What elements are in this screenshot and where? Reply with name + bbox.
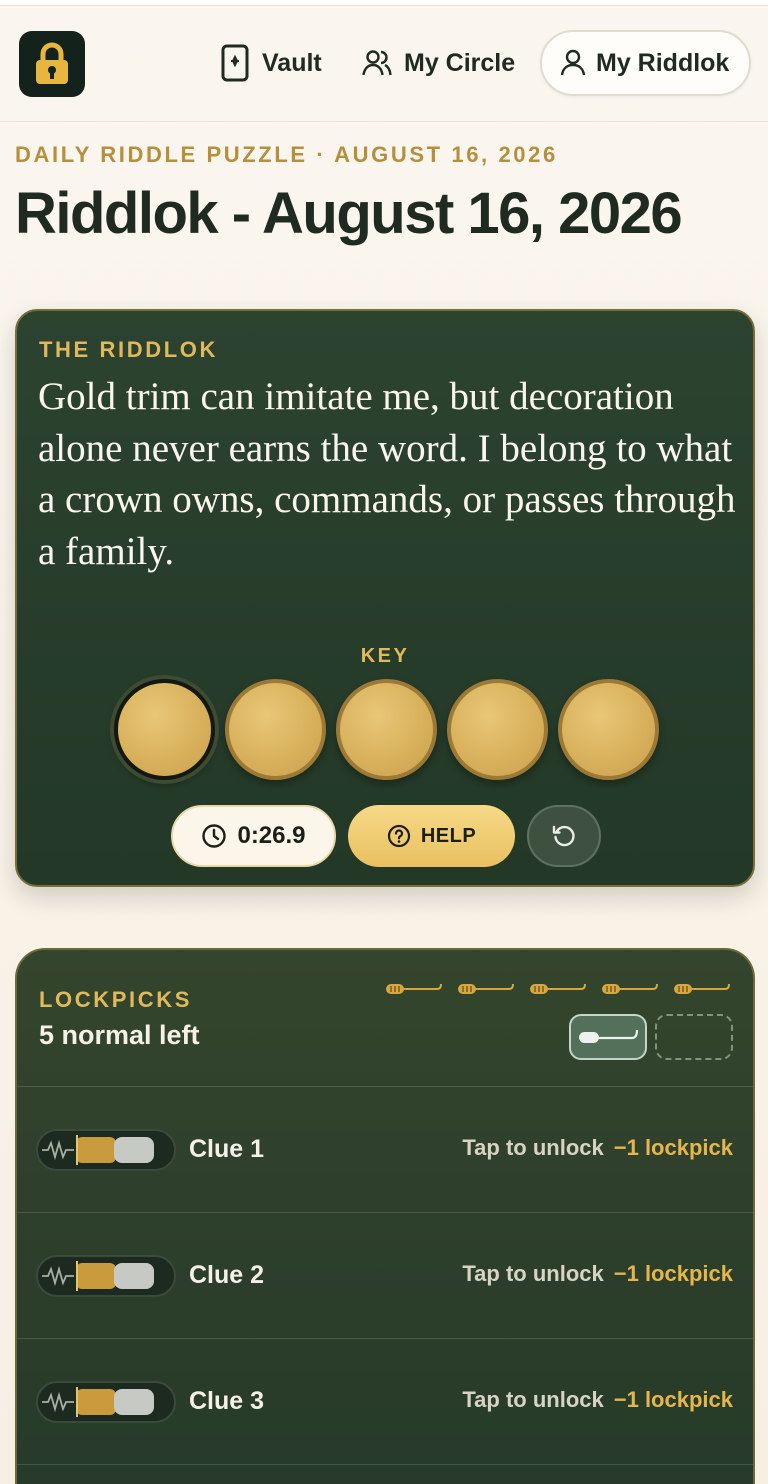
- key-slot-4[interactable]: [447, 679, 548, 780]
- help-label: HELP: [420, 824, 477, 847]
- nav-my-circle-label: My Circle: [404, 48, 516, 77]
- lockpicks-label: LOCKPICKS: [39, 987, 192, 1012]
- clue-unlock[interactable]: Tap to unlock −1 lockpick: [462, 1135, 733, 1161]
- riddle-text: Gold trim can imitate me, but decoration…: [38, 375, 736, 573]
- key-label: KEY: [360, 645, 410, 667]
- lockpick-icon: [458, 983, 514, 994]
- clue-unlock[interactable]: Tap to unlock −1 lockpick: [462, 1387, 733, 1413]
- clue-row[interactable]: Clue 1 Tap to unlock −1 lockpick: [17, 1087, 753, 1213]
- key-slot-5[interactable]: [558, 679, 659, 780]
- riddle-card: THE RIDDLOK Gold trim can imitate me, bu…: [15, 309, 755, 887]
- lockpick-toggle[interactable]: [36, 1129, 176, 1171]
- lockpick-icon: [674, 983, 730, 994]
- lockpicks-panel: LOCKPICKS 5 normal left Clue 1 Tap to un…: [15, 948, 755, 1484]
- user-icon: [560, 49, 586, 76]
- help-button[interactable]: HELP: [348, 805, 515, 867]
- timer-value: 0:26.9: [237, 822, 306, 849]
- clue-name: Clue 3: [189, 1387, 265, 1415]
- special-lockpick-slot[interactable]: [569, 1014, 647, 1060]
- clue-cost: −1 lockpick: [613, 1135, 733, 1160]
- clue-row[interactable]: Clue 2 Tap to unlock −1 lockpick: [17, 1213, 753, 1339]
- clue-name: Clue 2: [189, 1261, 265, 1289]
- question-icon: [387, 824, 410, 848]
- pick-wave-icon: [42, 1135, 154, 1165]
- page-kicker: DAILY RIDDLE PUZZLE · AUGUST 16, 2026: [15, 142, 558, 167]
- clock-icon: [202, 824, 227, 848]
- empty-lockpick-slot: [655, 1014, 733, 1060]
- nav-vault-label: Vault: [262, 48, 322, 77]
- key-slot-2[interactable]: [225, 679, 326, 780]
- vault-card-icon: [221, 44, 249, 82]
- page-title: Riddlok - August 16, 2026: [15, 181, 683, 246]
- pick-wave-icon: [42, 1261, 154, 1291]
- divider: [17, 1464, 753, 1465]
- padlock-icon: [36, 42, 68, 84]
- key-slot-3[interactable]: [336, 679, 437, 780]
- timer: 0:26.9: [171, 805, 336, 867]
- clue-cost: −1 lockpick: [613, 1261, 733, 1286]
- key-slots: [114, 679, 659, 780]
- nav-vault[interactable]: Vault: [220, 30, 322, 96]
- silver-lockpick-icon: [579, 1029, 639, 1043]
- lockpick-icon: [602, 983, 658, 994]
- nav-my-riddlok-label: My Riddlok: [596, 48, 730, 77]
- clue-unlock-label: Tap to unlock: [462, 1387, 604, 1412]
- people-icon: [362, 50, 392, 76]
- app-logo[interactable]: [19, 31, 85, 97]
- reset-icon: [552, 825, 575, 847]
- lockpick-toggle[interactable]: [36, 1255, 176, 1297]
- clue-row[interactable]: Clue 3 Tap to unlock −1 lockpick: [17, 1339, 753, 1465]
- clue-name: Clue 1: [189, 1135, 265, 1163]
- riddle-controls: 0:26.9 HELP: [171, 805, 601, 867]
- lockpick-icon: [386, 983, 442, 994]
- clue-cost: −1 lockpick: [613, 1387, 733, 1412]
- site-header: Vault My Circle My Riddlok: [0, 6, 768, 122]
- clue-unlock-label: Tap to unlock: [462, 1261, 604, 1286]
- clue-unlock-label: Tap to unlock: [462, 1135, 604, 1160]
- lockpick-inventory: [385, 980, 731, 998]
- riddle-label: THE RIDDLOK: [39, 337, 218, 362]
- key-slot-1[interactable]: [114, 679, 215, 780]
- reset-button[interactable]: [527, 805, 601, 867]
- clue-unlock[interactable]: Tap to unlock −1 lockpick: [462, 1261, 733, 1287]
- lockpick-toggle[interactable]: [36, 1381, 176, 1423]
- lockpick-icon: [530, 983, 586, 994]
- nav-my-circle[interactable]: My Circle: [362, 30, 515, 96]
- pick-wave-icon: [42, 1387, 154, 1417]
- lockpicks-remaining: 5 normal left: [39, 1020, 200, 1050]
- nav-my-riddlok[interactable]: My Riddlok: [540, 30, 751, 96]
